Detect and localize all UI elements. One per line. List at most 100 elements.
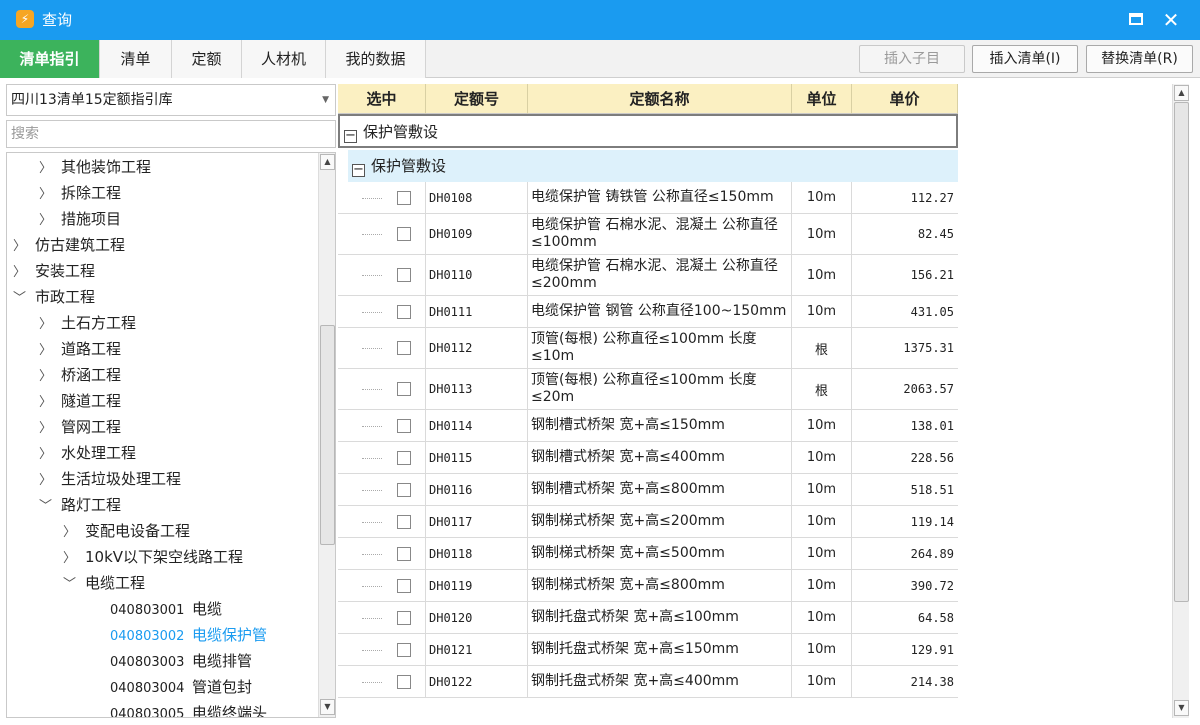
table-row[interactable]: DH0113 顶管(每根) 公称直径≤100mm 长度≤20m 根 2063.57 — [338, 369, 958, 410]
tree-item[interactable]: 〉土石方工程 — [39, 310, 136, 336]
row-checkbox[interactable] — [397, 610, 411, 625]
tree-item[interactable]: 〉隧道工程 — [39, 388, 121, 414]
select-cell — [338, 442, 426, 473]
scroll-up-icon[interactable]: ▲ — [1174, 85, 1189, 101]
tab-list-guide[interactable]: 清单指引 — [0, 40, 100, 78]
grid-scrollbar[interactable]: ▲ ▼ — [1172, 84, 1189, 718]
scroll-down-icon[interactable]: ▼ — [1174, 700, 1189, 716]
column-header-name[interactable]: 定额名称 — [528, 84, 792, 114]
tree-item[interactable]: 〉管网工程 — [39, 414, 121, 440]
tree-item[interactable]: 〉桥涵工程 — [39, 362, 121, 388]
name-cell: 钢制托盘式桥架 宽+高≤100mm — [528, 602, 792, 633]
row-checkbox[interactable] — [397, 418, 411, 433]
tree-leaf-item[interactable]: 040803005 电缆终端头 — [110, 700, 267, 717]
table-row[interactable]: DH0117 钢制梯式桥架 宽+高≤200mm 10m 119.14 — [338, 506, 958, 538]
row-checkbox[interactable] — [397, 382, 411, 396]
insert-child-button[interactable]: 插入子目 — [859, 45, 965, 73]
row-checkbox[interactable] — [397, 578, 411, 593]
table-row[interactable]: DH0112 顶管(每根) 公称直径≤100mm 长度≤10m 根 1375.31 — [338, 328, 958, 369]
table-row[interactable]: DH0108 电缆保护管 铸铁管 公称直径≤150mm 10m 112.27 — [338, 182, 958, 214]
column-header-code[interactable]: 定额号 — [426, 84, 528, 114]
row-checkbox[interactable] — [397, 341, 411, 355]
tree-item[interactable]: 〉 10kV以下架空线路工程 — [63, 544, 243, 570]
close-icon[interactable]: ✕ — [1160, 9, 1182, 31]
tab-labor-material-machine[interactable]: 人材机 — [242, 40, 326, 78]
column-header-price[interactable]: 单价 — [852, 84, 958, 114]
group-row[interactable]: − 保护管敷设 — [338, 114, 958, 148]
tab-quota[interactable]: 定额 — [172, 40, 242, 78]
tree-item[interactable]: ﹀ 路灯工程 — [39, 492, 121, 518]
row-checkbox[interactable] — [397, 450, 411, 465]
tree-item[interactable]: 〉生活垃圾处理工程 — [39, 466, 181, 492]
table-row[interactable]: DH0120 钢制托盘式桥架 宽+高≤100mm 10m 64.58 — [338, 602, 958, 634]
search-input[interactable] — [6, 120, 336, 148]
table-row[interactable]: DH0119 钢制梯式桥架 宽+高≤800mm 10m 390.72 — [338, 570, 958, 602]
subgroup-row[interactable]: − 保护管敷设 — [348, 150, 958, 182]
table-row[interactable]: DH0114 钢制槽式桥架 宽+高≤150mm 10m 138.01 — [338, 410, 958, 442]
chevron-right-icon: 〉 — [13, 239, 27, 254]
app-logo-icon: ⚡ — [16, 10, 34, 28]
tree-item[interactable]: 〉安装工程 — [13, 258, 95, 284]
tree-item[interactable]: 〉其他装饰工程 — [39, 154, 151, 180]
tree-item[interactable]: 〉水处理工程 — [39, 440, 136, 466]
row-checkbox[interactable] — [397, 514, 411, 529]
tree-item[interactable]: 〉措施项目 — [39, 206, 121, 232]
select-cell — [338, 410, 426, 441]
collapse-icon[interactable]: − — [344, 129, 357, 143]
insert-list-button[interactable]: 插入清单(I) — [972, 45, 1078, 73]
column-header-select[interactable]: 选中 — [338, 84, 426, 114]
column-header-unit[interactable]: 单位 — [792, 84, 852, 114]
tree-item[interactable]: 〉变配电设备工程 — [63, 518, 190, 544]
tab-list[interactable]: 清单 — [100, 40, 172, 78]
unit-cell: 10m — [792, 538, 852, 569]
tree-leaf-item[interactable]: 040803001 电缆 — [110, 596, 222, 622]
chevron-right-icon: 〉 — [39, 161, 53, 176]
row-checkbox[interactable] — [397, 227, 411, 241]
tree-item[interactable]: 〉拆除工程 — [39, 180, 121, 206]
tree-leaf-item[interactable]: 040803004 管道包封 — [110, 674, 252, 700]
scroll-thumb[interactable] — [1174, 102, 1189, 602]
scroll-down-icon[interactable]: ▼ — [320, 699, 335, 715]
table-row[interactable]: DH0121 钢制托盘式桥架 宽+高≤150mm 10m 129.91 — [338, 634, 958, 666]
tab-my-data[interactable]: 我的数据 — [326, 40, 426, 78]
table-row[interactable]: DH0116 钢制槽式桥架 宽+高≤800mm 10m 518.51 — [338, 474, 958, 506]
table-row[interactable]: DH0109 电缆保护管 石棉水泥、混凝土 公称直径≤100mm 10m 82.45 — [338, 214, 958, 255]
tree-item[interactable]: 〉仿古建筑工程 — [13, 232, 125, 258]
code-cell: DH0118 — [426, 538, 528, 569]
table-row[interactable]: DH0111 电缆保护管 钢管 公称直径100~150mm 10m 431.05 — [338, 296, 958, 328]
table-row[interactable]: DH0122 钢制托盘式桥架 宽+高≤400mm 10m 214.38 — [338, 666, 958, 698]
unit-cell: 根 — [792, 369, 852, 409]
unit-cell: 根 — [792, 328, 852, 368]
select-cell — [338, 214, 426, 254]
maximize-icon[interactable] — [1129, 13, 1143, 25]
row-checkbox[interactable] — [397, 268, 411, 282]
tree-item[interactable]: ﹀ 市政工程 — [13, 284, 95, 310]
tree-item[interactable]: ﹀ 电缆工程 — [63, 570, 145, 596]
replace-list-button[interactable]: 替换清单(R) — [1086, 45, 1193, 73]
tree-leaf-item[interactable]: 040803003 电缆排管 — [110, 648, 252, 674]
scroll-thumb[interactable] — [320, 325, 335, 545]
row-checkbox[interactable] — [397, 482, 411, 497]
tree-leaf-item-selected[interactable]: 040803002 电缆保护管 — [110, 622, 267, 648]
price-cell: 138.01 — [910, 418, 954, 433]
code-cell: DH0119 — [426, 570, 528, 601]
table-row[interactable]: DH0118 钢制梯式桥架 宽+高≤500mm 10m 264.89 — [338, 538, 958, 570]
table-row[interactable]: DH0115 钢制槽式桥架 宽+高≤400mm 10m 228.56 — [338, 442, 958, 474]
tree-scrollbar[interactable]: ▲ ▼ — [318, 153, 335, 717]
table-row[interactable]: DH0110 电缆保护管 石棉水泥、混凝土 公称直径≤200mm 10m 156.21 — [338, 255, 958, 296]
row-checkbox[interactable] — [397, 674, 411, 689]
price-cell: 431.05 — [910, 304, 954, 319]
collapse-icon[interactable]: − — [352, 163, 365, 177]
quota-grid: 选中 定额号 定额名称 单位 单价 − 保护管敷设 − 保护管敷设 DH0108 电缆… — [338, 84, 958, 718]
row-checkbox[interactable] — [397, 304, 411, 319]
row-checkbox[interactable] — [397, 546, 411, 561]
tree-item[interactable]: 〉道路工程 — [39, 336, 121, 362]
code-cell: DH0109 — [426, 214, 528, 254]
select-cell — [338, 506, 426, 537]
row-checkbox[interactable] — [397, 642, 411, 657]
library-select[interactable]: 四川13清单15定额指引库 ▼ — [6, 84, 336, 116]
row-checkbox[interactable] — [397, 190, 411, 205]
price-cell: 264.89 — [910, 546, 954, 561]
scroll-up-icon[interactable]: ▲ — [320, 154, 335, 170]
unit-cell: 10m — [792, 506, 852, 537]
